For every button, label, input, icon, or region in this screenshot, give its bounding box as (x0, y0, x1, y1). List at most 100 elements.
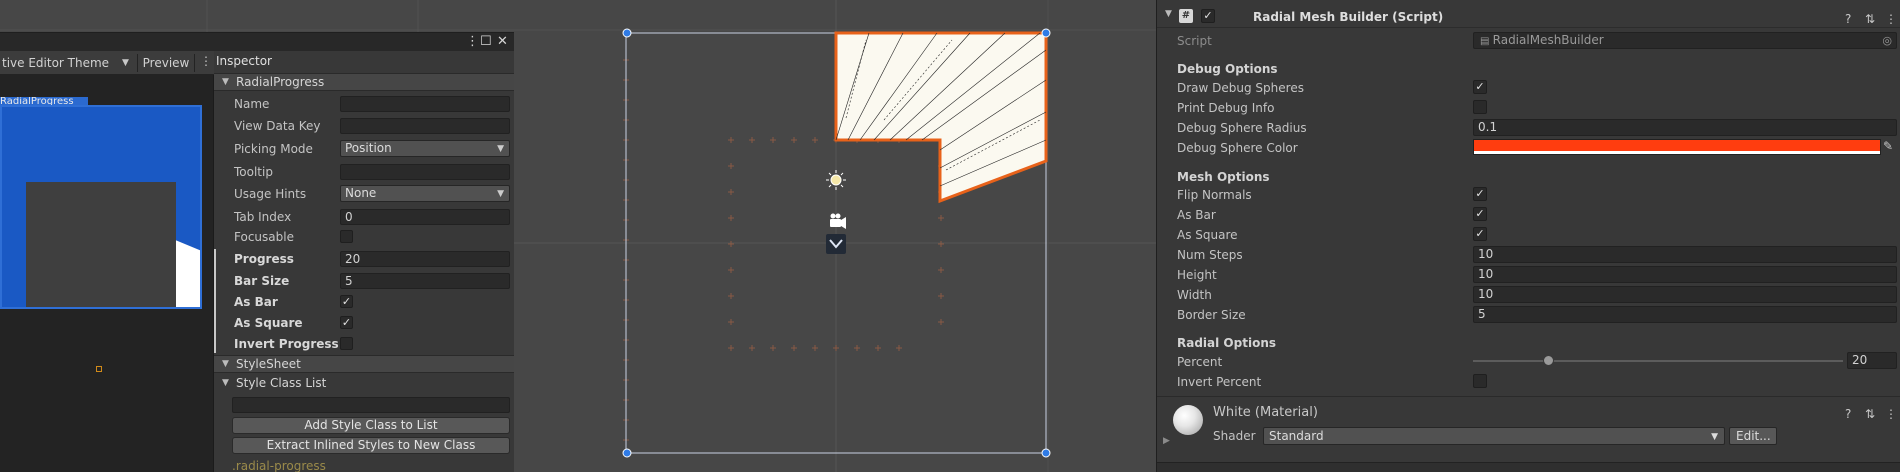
tab-index-field[interactable]: 0 (340, 209, 510, 225)
canvas-resize-handle[interactable] (96, 366, 102, 372)
bar-size-field[interactable]: 5 (340, 273, 510, 289)
inspector-title: Inspector (216, 54, 272, 68)
material-title: White (Material) (1213, 405, 1318, 420)
property-label: Name (234, 97, 270, 111)
material-preview-sphere (1173, 405, 1203, 435)
more-vert-icon[interactable]: ⋮ (1885, 407, 1897, 421)
foldout-radial-progress[interactable]: ▼ RadialProgress (214, 73, 514, 91)
property-label: Bar Size (234, 274, 290, 288)
camera-gizmo-icon[interactable] (830, 213, 846, 230)
mesh-options-heading: Mesh Options (1177, 170, 1270, 184)
as-square-label: As Square (1177, 228, 1238, 242)
foldout-stylesheet[interactable]: ▼ StyleSheet (214, 355, 514, 373)
picking-mode-value: Position (345, 141, 392, 155)
help-icon[interactable]: ? (1845, 407, 1851, 421)
more-vert-icon[interactable]: ⋮ (466, 34, 479, 49)
color-swatch (1474, 140, 1880, 151)
canvas-gizmo-icon[interactable] (826, 234, 846, 254)
style-class-pill[interactable]: .radial-progress (232, 459, 326, 472)
draw-debug-spheres-label: Draw Debug Spheres (1177, 81, 1304, 95)
invert-progress-checkbox[interactable] (340, 337, 353, 350)
as-square-checkbox[interactable]: ✓ (340, 316, 353, 329)
help-icon[interactable]: ? (1845, 12, 1851, 26)
tooltip-field[interactable] (340, 164, 510, 180)
radial-mesh[interactable] (834, 31, 1048, 204)
flip-normals-checkbox[interactable]: ✓ (1473, 187, 1487, 201)
as-bar-label: As Bar (1177, 208, 1216, 222)
percent-value-field[interactable]: 20 (1847, 352, 1897, 369)
style-class-input[interactable] (232, 397, 510, 413)
width-field[interactable]: 10 (1473, 286, 1897, 303)
eyedropper-icon[interactable]: ✎ (1883, 139, 1893, 153)
add-style-class-button[interactable]: Add Style Class to List (232, 417, 510, 434)
foldout-open-icon: ▼ (222, 359, 229, 369)
property-label: Progress (234, 252, 294, 266)
preview-button[interactable]: Preview (137, 54, 195, 72)
debug-sphere-color-field[interactable] (1473, 139, 1881, 155)
ui-builder-titlebar: ⋮ ☐ ✕ (0, 33, 514, 51)
chevron-down-icon: ▼ (122, 58, 129, 68)
divider (1157, 396, 1900, 397)
extract-styles-button[interactable]: Extract Inlined Styles to New Class (232, 437, 510, 454)
percent-slider-track[interactable] (1473, 360, 1843, 362)
usage-hints-value: None (345, 186, 377, 200)
color-alpha-bar (1474, 151, 1880, 154)
close-icon[interactable]: ✕ (497, 34, 508, 49)
debug-options-heading: Debug Options (1177, 62, 1278, 76)
invert-percent-checkbox[interactable] (1473, 374, 1487, 388)
script-field[interactable]: ▤ RadialMeshBuilder ◎ (1473, 32, 1897, 49)
focusable-checkbox[interactable] (340, 230, 353, 243)
cs-script-icon: ▤ (1480, 36, 1493, 47)
maximize-icon[interactable]: ☐ (480, 34, 492, 49)
theme-dropdown[interactable]: tive Editor Theme (0, 54, 136, 72)
script-icon: # (1179, 9, 1193, 23)
picking-mode-dropdown[interactable]: Position ▼ (340, 140, 510, 157)
border-size-field[interactable]: 5 (1473, 306, 1897, 323)
debug-sphere-radius-label: Debug Sphere Radius (1177, 121, 1307, 135)
foldout-open-icon: ▼ (222, 77, 229, 87)
foldout-label: Style Class List (236, 376, 327, 390)
foldout-open-icon: ▼ (222, 378, 229, 388)
num-steps-field[interactable]: 10 (1473, 246, 1897, 263)
component-inspector: ▼ # ✓ Radial Mesh Builder (Script) ? ⇅ ⋮… (1156, 0, 1900, 472)
builder-viewport[interactable]: tive Editor Theme ▼ Preview ⋮ RadialProg… (0, 51, 214, 472)
more-vert-icon[interactable]: ⋮ (200, 54, 212, 68)
property-label: Focusable (234, 230, 294, 244)
progress-field[interactable]: 20 (340, 251, 510, 267)
shader-value: Standard (1269, 429, 1324, 443)
print-debug-info-checkbox[interactable] (1473, 100, 1487, 114)
light-gizmo-icon[interactable] (826, 170, 846, 190)
as-bar-checkbox[interactable]: ✓ (1473, 207, 1487, 221)
property-label: View Data Key (234, 119, 321, 133)
shader-dropdown[interactable]: Standard ▼ (1263, 427, 1725, 445)
preset-icon[interactable]: ⇅ (1865, 407, 1875, 421)
shader-label: Shader (1213, 429, 1256, 443)
foldout-closed-icon[interactable]: ▶ (1163, 436, 1170, 446)
more-vert-icon[interactable]: ⋮ (1885, 12, 1897, 26)
foldout-label: StyleSheet (236, 357, 301, 371)
height-field[interactable]: 10 (1473, 266, 1897, 283)
name-field[interactable] (340, 96, 510, 112)
edit-shader-button[interactable]: Edit... (1729, 427, 1777, 445)
draw-debug-spheres-checkbox[interactable]: ✓ (1473, 80, 1487, 94)
foldout-style-class-list[interactable]: ▼ Style Class List (214, 375, 514, 393)
object-picker-icon[interactable]: ◎ (1882, 33, 1892, 48)
property-label: Picking Mode (234, 142, 313, 156)
override-indicator (214, 249, 216, 353)
usage-hints-dropdown[interactable]: None ▼ (340, 185, 510, 202)
as-square-checkbox[interactable]: ✓ (1473, 227, 1487, 241)
builder-canvas[interactable] (0, 105, 202, 309)
script-value: RadialMeshBuilder (1492, 33, 1604, 47)
view-data-key-field[interactable] (340, 118, 510, 134)
property-label: As Bar (234, 295, 278, 309)
ui-builder-window: ⋮ ☐ ✕ tive Editor Theme ▼ Preview ⋮ Radi… (0, 32, 514, 472)
chevron-down-icon: ▼ (497, 189, 504, 199)
debug-sphere-radius-field[interactable]: 0.1 (1473, 119, 1897, 136)
preset-icon[interactable]: ⇅ (1865, 12, 1875, 26)
as-bar-checkbox[interactable]: ✓ (340, 295, 353, 308)
component-title: Radial Mesh Builder (Script) (1253, 10, 1444, 24)
component-header[interactable]: ▼ # ✓ Radial Mesh Builder (Script) ? ⇅ ⋮ (1157, 4, 1900, 28)
percent-slider-thumb[interactable] (1543, 355, 1554, 366)
property-label: Invert Progress (234, 337, 339, 351)
component-enabled-checkbox[interactable]: ✓ (1201, 9, 1215, 23)
